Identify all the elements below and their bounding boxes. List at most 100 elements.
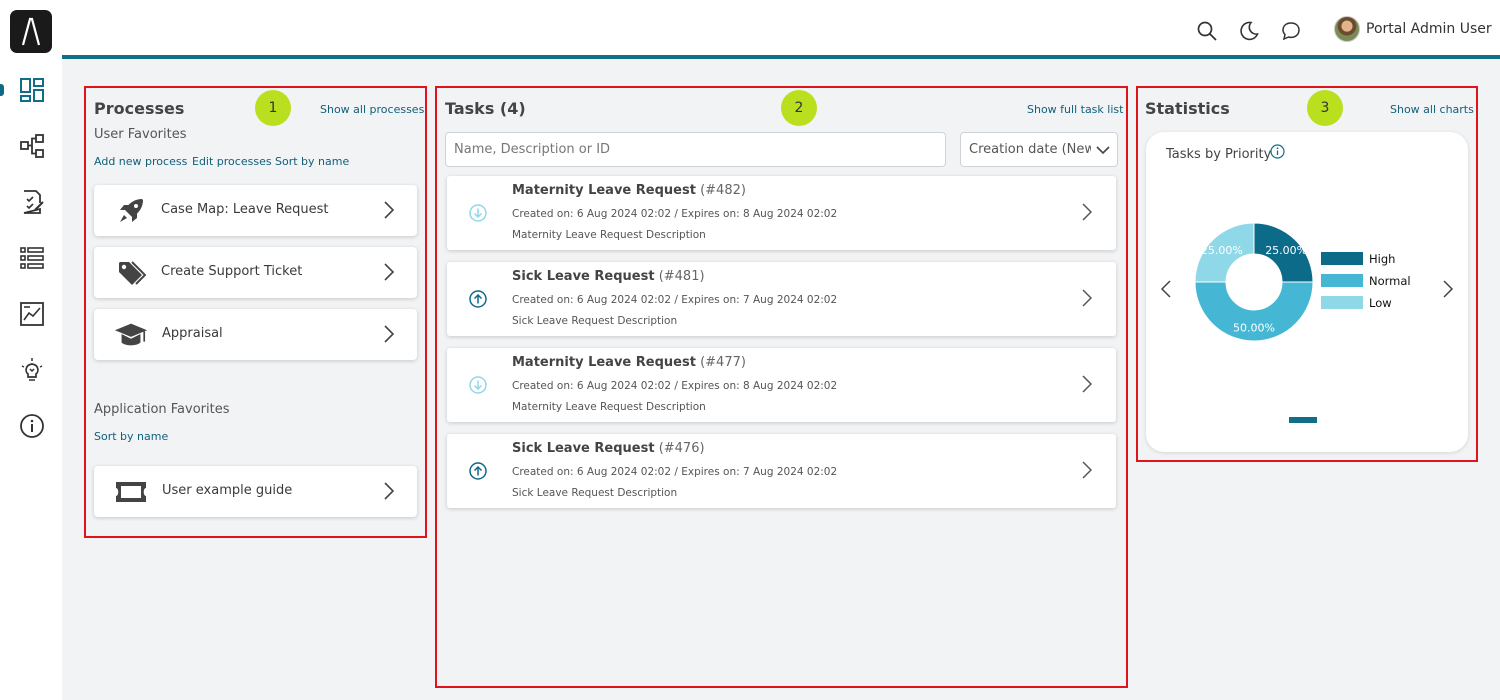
show-all-charts-link[interactable]: Show all charts xyxy=(1390,103,1474,116)
task-search-field[interactable] xyxy=(445,132,946,167)
app-sort-by-name-link[interactable]: Sort by name xyxy=(94,430,168,443)
task-dates: Created on: 6 Aug 2024 02:02 / Expires o… xyxy=(512,208,838,220)
rocket-icon xyxy=(114,195,148,227)
nav-cases[interactable] xyxy=(18,244,46,272)
donut-value-label: 25.00% xyxy=(1201,244,1243,257)
legend-label: Low xyxy=(1369,295,1392,310)
info-icon xyxy=(20,414,44,438)
legend-label: Normal xyxy=(1369,273,1411,288)
task-card-477[interactable]: Maternity Leave Request (#477) Created o… xyxy=(447,348,1116,422)
task-checklist-icon xyxy=(23,190,44,214)
carousel-page-indicator[interactable] xyxy=(1289,417,1317,423)
process-name: Create Support Ticket xyxy=(161,264,303,279)
app-logo[interactable] xyxy=(10,10,52,53)
user-avatar[interactable] xyxy=(1334,16,1360,42)
user-name[interactable]: Portal Admin User xyxy=(1366,21,1492,37)
priority-high-icon xyxy=(469,462,487,480)
donut-value-label: 25.00% xyxy=(1265,244,1307,257)
callout-badge-3: 3 xyxy=(1307,90,1343,126)
chevron-right-icon xyxy=(384,482,395,500)
task-description: Sick Leave Request Description xyxy=(512,315,678,327)
chevron-right-icon xyxy=(1082,289,1092,307)
legend-item-high: High xyxy=(1321,251,1396,266)
top-header: Portal Admin User xyxy=(62,0,1500,59)
chevron-down-icon xyxy=(1095,141,1111,159)
show-all-processes-link[interactable]: Show all processes xyxy=(320,103,424,116)
statistics-title: Statistics xyxy=(1145,99,1230,118)
chevron-right-icon xyxy=(1082,375,1092,393)
task-dates: Created on: 6 Aug 2024 02:02 / Expires o… xyxy=(512,294,838,306)
statistics-report-icon xyxy=(20,302,44,326)
process-card-appraisal[interactable]: Appraisal xyxy=(94,309,417,360)
legend-item-low: Low xyxy=(1321,295,1392,310)
chart-next-arrow[interactable] xyxy=(1442,280,1454,298)
chevron-right-icon xyxy=(384,201,395,219)
task-title: Sick Leave Request (#476) xyxy=(512,441,705,456)
list-icon xyxy=(20,247,44,269)
active-nav-indicator xyxy=(0,84,4,96)
callout-badge-2: 2 xyxy=(781,90,817,126)
legend-swatch-low xyxy=(1321,296,1363,309)
show-full-task-list-link[interactable]: Show full task list xyxy=(1027,103,1123,116)
task-sort-select[interactable]: Creation date (Newest first) xyxy=(960,132,1118,167)
legend-swatch-high xyxy=(1321,252,1363,265)
task-card-481[interactable]: Sick Leave Request (#481) Created on: 6 … xyxy=(447,262,1116,336)
process-card-support-ticket[interactable]: Create Support Ticket xyxy=(94,247,417,298)
priority-low-icon xyxy=(469,204,487,222)
info-icon[interactable] xyxy=(1270,144,1285,159)
add-new-process-link[interactable]: Add new process xyxy=(94,155,187,168)
lightbulb-icon xyxy=(21,358,43,381)
task-description: Sick Leave Request Description xyxy=(512,487,678,499)
donut-value-label: 50.00% xyxy=(1233,322,1275,335)
process-name: Case Map: Leave Request xyxy=(161,202,329,217)
priority-donut-chart: 25.00% 50.00% 25.00% xyxy=(1194,222,1314,342)
chart-prev-arrow[interactable] xyxy=(1160,280,1172,298)
priority-low-icon xyxy=(469,376,487,394)
sort-by-name-link[interactable]: Sort by name xyxy=(275,155,349,168)
chevron-right-icon xyxy=(1082,461,1092,479)
priority-high-icon xyxy=(469,290,487,308)
task-description: Maternity Leave Request Description xyxy=(512,401,706,413)
process-flow-icon xyxy=(20,134,44,158)
logo-mark-icon xyxy=(21,17,41,45)
tags-icon xyxy=(114,257,148,289)
legend-item-normal: Normal xyxy=(1321,273,1411,288)
edit-processes-link[interactable]: Edit processes xyxy=(192,155,272,168)
nav-tasks[interactable] xyxy=(18,188,46,216)
chart-card-tasks-by-priority: Tasks by Priority 25.00% 50.00% 25.00% Hig… xyxy=(1146,132,1468,452)
dark-mode-toggle[interactable] xyxy=(1238,20,1260,42)
task-dates: Created on: 6 Aug 2024 02:02 / Expires o… xyxy=(512,466,838,478)
task-title: Sick Leave Request (#481) xyxy=(512,269,705,284)
left-nav-rail xyxy=(0,0,62,700)
task-description: Maternity Leave Request Description xyxy=(512,229,706,241)
chevron-right-icon xyxy=(384,263,395,281)
task-card-482[interactable]: Maternity Leave Request (#482) Created o… xyxy=(447,176,1116,250)
application-favorites-label: Application Favorites xyxy=(94,402,230,417)
legend-label: High xyxy=(1369,251,1396,266)
search-icon xyxy=(1197,21,1217,41)
app-name: User example guide xyxy=(162,483,293,498)
ticket-icon xyxy=(114,476,148,508)
chat-button[interactable] xyxy=(1280,20,1302,42)
task-dates: Created on: 6 Aug 2024 02:02 / Expires o… xyxy=(512,380,838,392)
graduation-cap-icon xyxy=(114,319,148,351)
legend-swatch-normal xyxy=(1321,274,1363,287)
nav-ideas[interactable] xyxy=(18,356,46,384)
dashboard-icon xyxy=(20,78,44,102)
nav-processes[interactable] xyxy=(18,132,46,160)
nav-about[interactable] xyxy=(18,412,46,440)
callout-badge-1: 1 xyxy=(255,90,291,126)
task-search-input[interactable] xyxy=(446,133,945,166)
chat-bubble-icon xyxy=(1282,22,1300,41)
user-favorites-label: User Favorites xyxy=(94,127,187,142)
chart-title: Tasks by Priority xyxy=(1166,147,1272,162)
nav-statistics[interactable] xyxy=(18,300,46,328)
process-card-case-map[interactable]: Case Map: Leave Request xyxy=(94,185,417,236)
sort-selected-value: Creation date (Newest first) xyxy=(969,142,1091,157)
chevron-right-icon xyxy=(1082,203,1092,221)
moon-icon xyxy=(1240,21,1259,41)
task-card-476[interactable]: Sick Leave Request (#476) Created on: 6 … xyxy=(447,434,1116,508)
search-button[interactable] xyxy=(1196,20,1218,42)
app-card-user-guide[interactable]: User example guide xyxy=(94,466,417,517)
nav-dashboard[interactable] xyxy=(18,76,46,104)
